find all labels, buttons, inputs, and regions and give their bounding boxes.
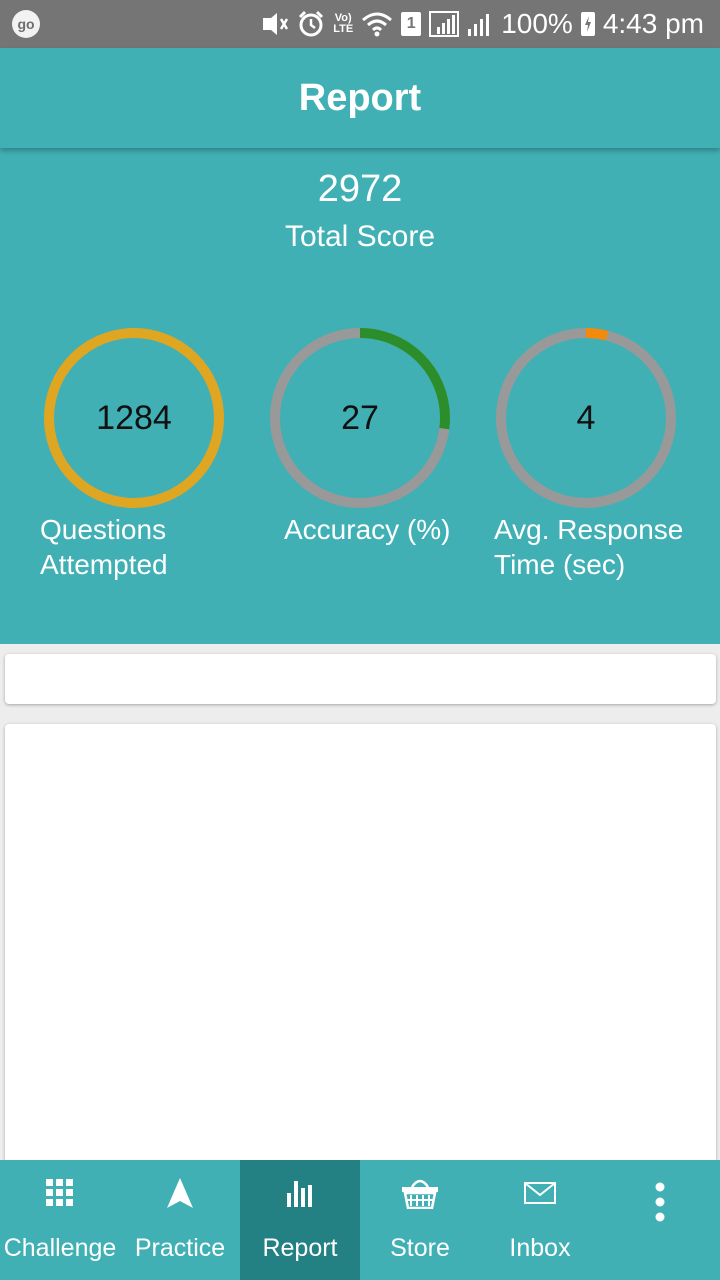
envelope-icon — [480, 1176, 600, 1210]
bottom-navigation: Challenge Practice Report Store Inbox — [0, 1160, 720, 1280]
volte-lte-icon: Vo) LTE — [333, 12, 354, 35]
accuracy-ring: 27 — [268, 326, 452, 510]
accuracy-label: Accuracy (%) — [284, 514, 451, 545]
nav-store[interactable]: Store — [360, 1160, 480, 1280]
empty-card-top — [5, 654, 716, 704]
nav-practice[interactable]: Practice — [120, 1160, 240, 1280]
total-score-label: Total Score — [284, 220, 436, 253]
more-vert-icon — [600, 1182, 720, 1222]
total-score-value: 2972 — [317, 168, 403, 210]
battery-charging-icon — [580, 12, 595, 36]
avg-response-time-label: Avg. Response Time (sec) — [494, 514, 684, 580]
battery-percent: 100% — [501, 8, 573, 39]
empty-card-content — [5, 724, 716, 1174]
nav-challenge[interactable]: Challenge — [0, 1160, 120, 1280]
basket-icon — [360, 1176, 480, 1210]
questions-attempted-ring: 1284 — [42, 326, 226, 510]
clock-time: 4:43 pm — [602, 8, 704, 39]
avg-response-time-ring: 4 — [494, 326, 678, 510]
go-launcher-icon: go — [12, 10, 40, 38]
accuracy-value: 27 — [341, 398, 379, 437]
navigation-arrow-icon — [120, 1176, 240, 1210]
nav-label: Challenge — [3, 1234, 117, 1262]
signal-icon — [467, 11, 493, 37]
page-title: Report — [298, 76, 422, 119]
alarm-icon — [297, 10, 325, 38]
app-bar: Report — [0, 48, 720, 148]
nav-label: Store — [390, 1234, 450, 1262]
vibrate-mute-icon — [259, 10, 289, 38]
wifi-icon — [361, 11, 393, 37]
nav-report[interactable]: Report — [240, 1160, 360, 1280]
questions-attempted-label: Questions Attempted — [40, 514, 168, 580]
nav-label: Report — [262, 1234, 338, 1262]
grid-icon — [0, 1176, 120, 1210]
questions-attempted-value: 1284 — [96, 398, 172, 437]
nav-inbox[interactable]: Inbox — [480, 1160, 600, 1280]
nav-more[interactable] — [600, 1160, 720, 1280]
sim-slot-badge: 1 — [401, 12, 422, 36]
status-bar: go Vo) LTE 1 100% 4:43 pm — [0, 0, 720, 48]
nav-label: Inbox — [509, 1234, 571, 1262]
summary-panel: 2972 Total Score 1284 Questions Attempte… — [0, 148, 720, 644]
nav-label: Practice — [134, 1234, 226, 1262]
signal-roaming-icon — [429, 11, 460, 37]
avg-response-time-value: 4 — [576, 398, 596, 437]
bar-chart-icon — [240, 1176, 360, 1210]
